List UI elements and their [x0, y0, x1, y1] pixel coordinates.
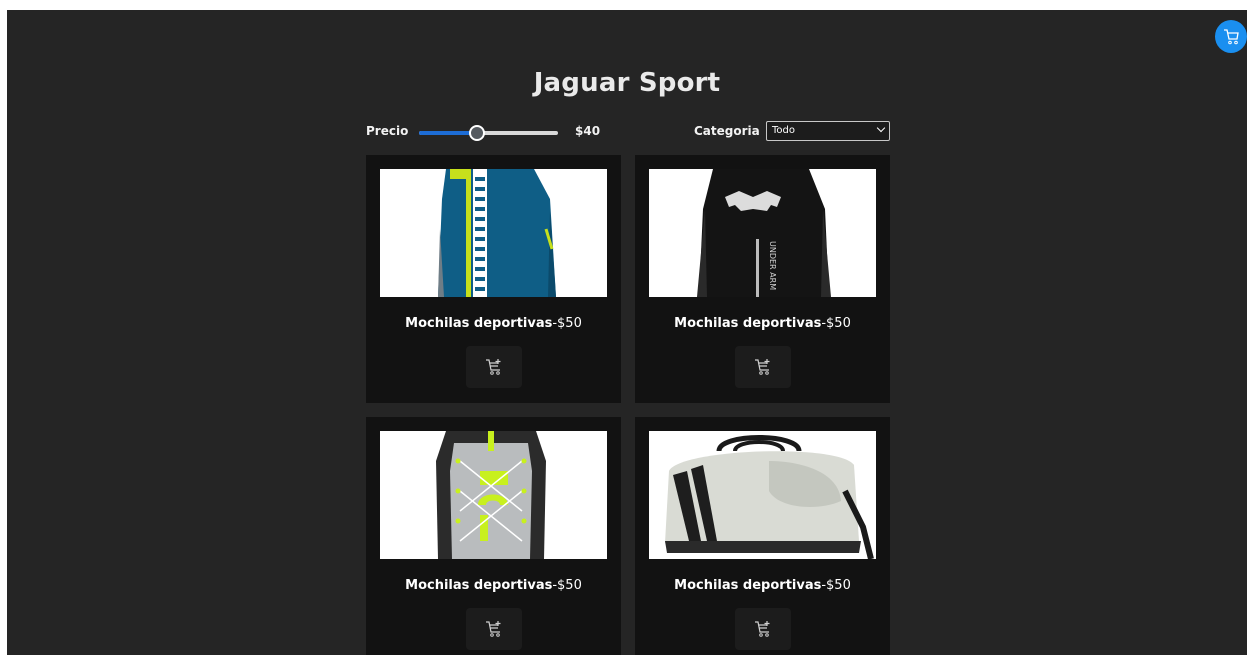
product-name: Mochilas deportivas-$50 — [674, 316, 851, 331]
cart-plus-icon — [486, 359, 501, 375]
product-photo-blue-backpack — [380, 169, 607, 297]
category-select[interactable]: Todo — [766, 121, 890, 141]
category-select-value: Todo — [772, 125, 795, 136]
add-to-cart-button[interactable] — [466, 608, 522, 650]
add-to-cart-button[interactable] — [735, 608, 791, 650]
product-photo-grey-backpack — [380, 431, 607, 559]
cart-icon — [1224, 29, 1239, 45]
app-window: Jaguar Sport Precio $40 Categoria Todo M… — [7, 10, 1247, 655]
product-card: Mochilas deportivas-$50 — [366, 155, 621, 403]
product-image — [380, 169, 607, 297]
product-image — [380, 431, 607, 559]
product-photo-duffel-bag — [649, 431, 876, 559]
product-card: Mochilas deportivas-$50 — [366, 417, 621, 655]
price-slider[interactable] — [419, 125, 558, 141]
product-photo-black-backpack: UNDER ARM — [649, 169, 876, 297]
product-name: Mochilas deportivas-$50 — [405, 578, 582, 593]
cart-plus-icon — [486, 621, 501, 637]
chevron-down-icon — [876, 123, 886, 133]
add-to-cart-button[interactable] — [466, 346, 522, 388]
product-card: UNDER ARM Mochilas deportivas-$50 — [635, 155, 890, 403]
cart-plus-icon — [755, 359, 770, 375]
cart-plus-icon — [755, 621, 770, 637]
price-value: $40 — [575, 124, 601, 138]
product-name: Mochilas deportivas-$50 — [674, 578, 851, 593]
product-card: Mochilas deportivas-$50 — [635, 417, 890, 655]
page-title: Jaguar Sport — [533, 68, 721, 98]
product-name: Mochilas deportivas-$50 — [405, 316, 582, 331]
filters-bar: Precio $40 Categoria Todo — [366, 120, 890, 144]
add-to-cart-button[interactable] — [735, 346, 791, 388]
cart-button[interactable] — [1215, 20, 1247, 53]
product-image — [649, 431, 876, 559]
svg-text:UNDER ARM: UNDER ARM — [768, 241, 777, 290]
price-label: Precio — [366, 124, 409, 138]
price-slider-thumb[interactable] — [469, 125, 486, 141]
category-label: Categoria — [694, 124, 760, 138]
product-image: UNDER ARM — [649, 169, 876, 297]
